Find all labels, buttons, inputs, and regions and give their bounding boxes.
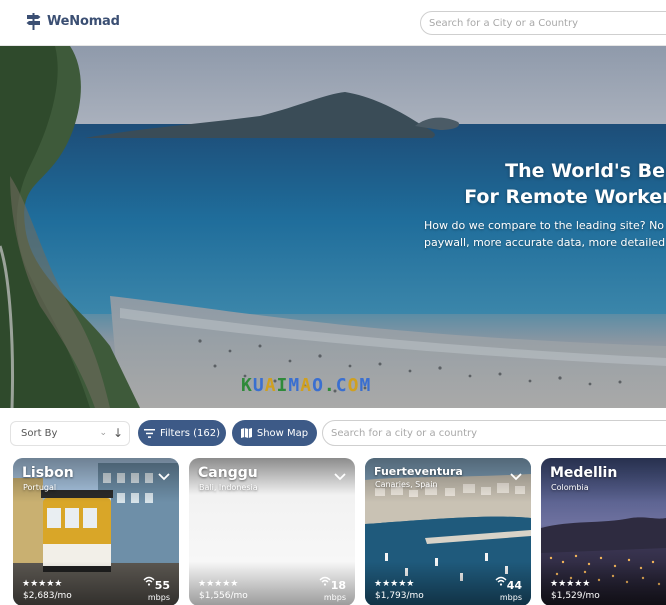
hero-subtitle-line-2: paywall, more accurate data, more detail… [424,236,666,249]
card-city-name: Lisbon [22,465,74,481]
signpost-icon [26,13,41,30]
card-monthly-cost: $2,683/mo [23,591,72,601]
wifi-icon [319,571,331,590]
card-internet-speed: 18 [330,579,346,592]
hero-subtitle: How do we compare to the leading site? N… [424,217,666,251]
city-card-medellin[interactable]: Medellin Colombia ★★★★★ $1,529/mo [541,458,666,605]
page: WeNomad Search for a City or a Country T… [0,0,666,605]
hero-title-line-2: For Remote Workers & [464,186,666,208]
sort-select[interactable]: Sort By ⌄ ↓ [10,421,130,446]
card-monthly-cost: $1,793/mo [375,591,424,601]
city-card-list: Lisbon Portugal ★★★★★ $2,683/mo 55 mbps [0,458,666,605]
card-rating-stars: ★★★★★ [550,579,591,589]
card-speed-unit: mbps [147,593,170,602]
brand-logo[interactable]: WeNomad [26,13,120,30]
filter-icon [143,428,155,438]
card-country-name: Bali, Indonesia [199,483,258,492]
hero-banner: The World's Best C For Remote Workers & … [0,46,666,408]
filters-button[interactable]: Filters (162) [138,420,226,446]
watermark: KUAIMAO.COM [241,375,371,396]
card-rating-stars: ★★★★★ [374,579,415,589]
wifi-icon [143,571,155,590]
hero-title: The World's Best C For Remote Workers & [464,158,666,210]
sort-direction-arrow-icon[interactable]: ↓ [113,426,123,440]
card-city-name: Medellin [550,465,618,481]
card-monthly-cost: $1,556/mo [199,591,248,601]
header-search-input[interactable] [420,11,666,35]
sort-label: Sort By [21,428,58,439]
card-rating-stars: ★★★★★ [198,579,239,589]
brand-name: WeNomad [47,14,120,29]
chevron-down-icon[interactable] [158,466,170,485]
card-country-name: Portugal [23,483,57,492]
city-card-fuerteventura[interactable]: Fuerteventura Canaries, Spain ★★★★★ $1,7… [365,458,531,605]
card-speed-unit: mbps [323,593,346,602]
top-nav: WeNomad [0,0,666,46]
card-speed-unit: mbps [499,593,522,602]
filters-button-label: Filters (162) [159,427,221,439]
hero-subtitle-line-1: How do we compare to the leading site? N… [424,219,665,232]
filter-toolbar: Sort By ⌄ ↓ Filters (162) Show Map [0,408,666,458]
chevron-down-icon[interactable] [510,466,522,485]
show-map-button-label: Show Map [256,427,309,439]
chevron-down-icon[interactable] [334,466,346,485]
show-map-button[interactable]: Show Map [232,420,317,446]
hero-title-line-1: The World's Best C [505,160,666,182]
chevron-down-icon: ⌄ [99,428,107,438]
card-internet-speed: 55 [154,579,170,592]
city-card-canggu[interactable]: Canggu Bali, Indonesia ★★★★★ $1,556/mo 1… [189,458,355,605]
watermark-text: KUAIMAO.COM [241,375,372,396]
city-card-lisbon[interactable]: Lisbon Portugal ★★★★★ $2,683/mo 55 mbps [13,458,179,605]
card-internet-speed: 44 [506,579,522,592]
card-rating-stars: ★★★★★ [22,579,63,589]
wifi-icon [495,571,507,590]
card-country-name: Colombia [551,483,589,492]
map-icon [240,428,252,438]
city-search-input[interactable] [322,420,666,446]
card-monthly-cost: $1,529/mo [551,591,600,601]
card-city-name: Canggu [198,465,258,481]
card-city-name: Fuerteventura [374,465,463,478]
card-country-name: Canaries, Spain [375,480,438,489]
